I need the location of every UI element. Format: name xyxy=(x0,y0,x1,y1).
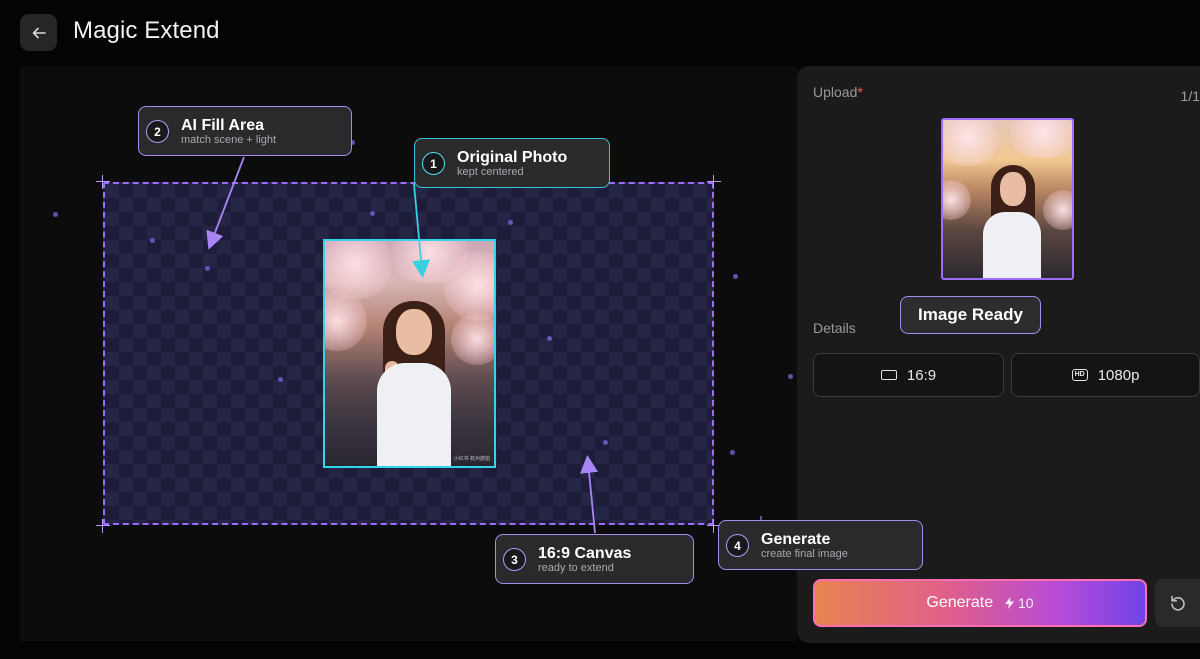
original-photo[interactable]: 小红书 杭州旅拍 xyxy=(323,239,496,468)
particle xyxy=(733,274,738,279)
callout-title: Generate xyxy=(761,530,831,548)
particle xyxy=(788,374,793,379)
aspect-ratio-icon xyxy=(880,370,897,380)
canvas-corner-handle[interactable] xyxy=(707,175,721,189)
particle xyxy=(370,211,375,216)
refresh-icon xyxy=(1171,595,1185,611)
arrow-left-icon xyxy=(32,27,46,38)
reset-button[interactable] xyxy=(1155,579,1200,627)
callout-subtitle: kept centered xyxy=(457,165,524,178)
canvas-corner-handle[interactable] xyxy=(96,175,110,189)
particle xyxy=(53,212,58,217)
callout-title: Original Photo xyxy=(457,148,568,166)
photo-watermark: 小红书 杭州旅拍 xyxy=(453,456,490,462)
callout-ai-fill-area: 2 AI Fill Area match scene + light xyxy=(138,106,352,156)
step-number: 2 xyxy=(146,120,169,143)
image-ready-badge: Image Ready xyxy=(900,296,1041,334)
particle xyxy=(603,440,608,445)
generate-button[interactable]: Generate 10 xyxy=(813,579,1147,627)
particle xyxy=(730,450,735,455)
callout-title: AI Fill Area xyxy=(181,116,264,134)
particle xyxy=(278,377,283,382)
page-title: Magic Extend xyxy=(73,17,220,44)
uploaded-thumbnail[interactable] xyxy=(941,118,1074,280)
canvas-corner-handle[interactable] xyxy=(96,519,110,533)
aspect-ratio-option[interactable]: 16:9 xyxy=(813,353,1004,397)
particle xyxy=(508,220,513,225)
resolution-option[interactable]: HD 1080p xyxy=(1011,353,1200,397)
credits-cost: 10 xyxy=(1005,595,1034,611)
upload-label: Upload* xyxy=(813,84,863,100)
callout-subtitle: match scene + light xyxy=(181,133,277,146)
callout-subtitle: ready to extend xyxy=(538,561,614,574)
step-number: 1 xyxy=(422,152,445,175)
callout-generate: 4 Generate create final image xyxy=(718,520,923,570)
particle xyxy=(150,238,155,243)
step-number: 4 xyxy=(726,534,749,557)
callout-title: 16:9 Canvas xyxy=(538,544,632,562)
back-button[interactable] xyxy=(20,14,57,51)
callout-subtitle: create final image xyxy=(761,547,848,560)
step-number: 3 xyxy=(503,548,526,571)
callout-canvas: 3 16:9 Canvas ready to extend xyxy=(495,534,694,584)
particle xyxy=(547,336,552,341)
callout-original-photo: 1 Original Photo kept centered xyxy=(414,138,610,188)
details-label: Details xyxy=(813,320,856,336)
upload-count: 1/1 xyxy=(1180,88,1200,104)
hd-icon: HD xyxy=(1071,369,1088,381)
lightning-icon xyxy=(1005,597,1015,609)
particle xyxy=(205,266,210,271)
